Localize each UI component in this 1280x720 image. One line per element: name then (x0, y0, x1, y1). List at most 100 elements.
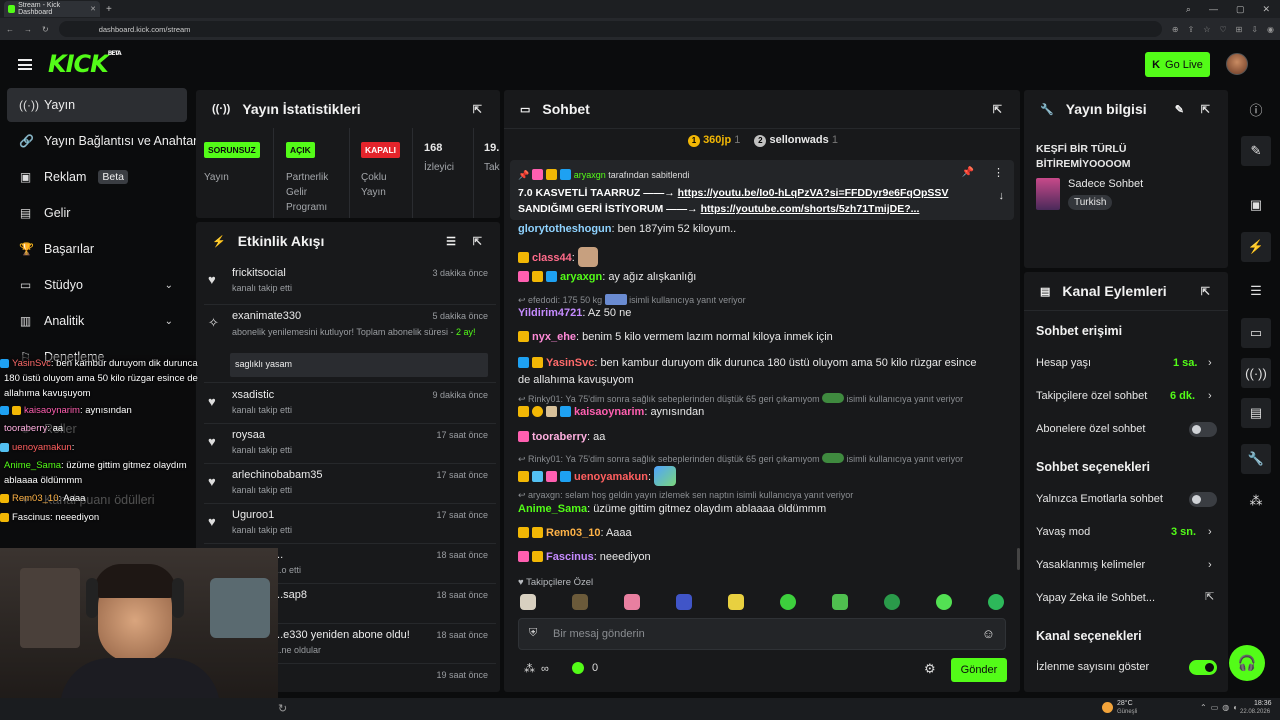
sidebar-item-stream-key[interactable]: 🔗 Yayın Bağlantısı ve Anahtar (7, 124, 197, 158)
send-button[interactable]: Gönder (951, 658, 1007, 682)
chevron-right-icon[interactable]: › (1208, 390, 1212, 402)
more-options-icon[interactable]: ⋮ (993, 166, 1004, 179)
share-icon[interactable]: ⇪ (1188, 25, 1195, 34)
chat-input[interactable]: ⛨ Bir mesaj gönderin ☺ (518, 618, 1006, 650)
channel-actions-icon[interactable]: ▤ (1241, 398, 1271, 428)
kicks-balance[interactable]: 0 (572, 662, 598, 674)
chat-username[interactable]: Fascinus (546, 551, 594, 563)
sidebar-item-basarilar[interactable]: 🏆 Başarılar (7, 232, 187, 266)
list-icon[interactable]: ☰ (1241, 276, 1271, 306)
activity-user[interactable]: frickitsocial (232, 267, 286, 279)
banned-words-label[interactable]: Yasaklanmış kelimeler (1036, 559, 1145, 571)
category-thumbnail[interactable] (1036, 178, 1060, 210)
pinned-link[interactable]: https://youtu.be/Io0-hLqPzVA?si=FFDDyr9e… (678, 187, 949, 199)
sidebar-item-analitik[interactable]: ▥ Analitik ⌄ (7, 304, 187, 338)
emote-icon[interactable] (624, 594, 640, 610)
activity-user[interactable]: ...sap8 (274, 589, 307, 601)
emote-icon[interactable] (728, 594, 744, 610)
ai-moderation-label[interactable]: Yapay Zeka ile Sohbet... (1036, 592, 1155, 604)
chat-username[interactable]: kaisaoynarim (574, 406, 644, 418)
chat-settings-gear-icon[interactable]: ⚙ (924, 661, 936, 677)
activity-user[interactable]: xsadistic (232, 389, 274, 401)
popout-icon[interactable]: ⇱ (1201, 285, 1210, 298)
unpin-icon[interactable]: 📌 (962, 167, 974, 178)
expand-arrow-icon[interactable]: ↓ (999, 190, 1005, 202)
show-viewers-toggle[interactable] (1189, 660, 1217, 675)
broadcast-icon[interactable]: ((·)) (1241, 358, 1271, 388)
tray-icons[interactable]: ⌃▭◍◐ (1200, 703, 1242, 712)
new-tab-icon[interactable]: + (106, 4, 112, 15)
forward-icon[interactable]: → (24, 25, 32, 34)
refresh-icon[interactable]: ↻ (278, 702, 287, 715)
category-name[interactable]: Sadece Sohbet (1068, 178, 1143, 190)
pinned-link[interactable]: https://youtube.com/shorts/5zh71TmijDE?.… (701, 203, 920, 215)
info-icon[interactable]: ⓘ (1241, 94, 1271, 124)
lightning-icon[interactable]: ⚡ (1241, 232, 1271, 262)
chat-username[interactable]: glorytotheshogun (518, 223, 612, 235)
bookmark-icon[interactable]: ☆ (1203, 25, 1210, 34)
emote-icon[interactable] (832, 594, 848, 610)
subscribers-only-toggle[interactable] (1189, 422, 1217, 437)
chevron-right-icon[interactable]: › (1208, 559, 1212, 571)
url-field[interactable]: dashboard.kick.com/stream (58, 21, 1162, 37)
chat-username[interactable]: tooraberry (532, 431, 587, 443)
search-tabs-icon[interactable]: ⌕ (1186, 4, 1191, 15)
emoji-picker-icon[interactable]: ☺ (982, 626, 995, 641)
zoom-icon[interactable]: ⊕ (1172, 25, 1179, 34)
maximize-icon[interactable]: ▢ (1236, 4, 1245, 15)
emote-icon[interactable] (676, 594, 692, 610)
activity-user[interactable]: arlechinobabam35 (232, 469, 323, 481)
user-avatar[interactable] (1226, 53, 1248, 75)
browser-tab[interactable]: Stream - Kick Dashboard ✕ (4, 1, 100, 17)
heart-icon[interactable]: ♡ (1219, 25, 1226, 34)
chat-username[interactable]: Yildirim4721 (518, 307, 582, 319)
emote-icon[interactable] (520, 594, 536, 610)
chat-icon[interactable]: ▭ (1241, 318, 1271, 348)
chat-username[interactable]: uenoyamakun (574, 471, 648, 483)
filter-icon[interactable]: ☰ (446, 235, 456, 248)
close-window-icon[interactable]: ✕ (1262, 4, 1270, 15)
emote-icon[interactable] (988, 594, 1004, 610)
download-icon[interactable]: ⇩ (1251, 25, 1258, 34)
sidebar-item-yayin[interactable]: ((·)) Yayın (7, 88, 187, 122)
activity-user[interactable]: exanimate330 (232, 310, 301, 322)
chat-username[interactable]: YasinSvc (546, 357, 594, 369)
chat-username[interactable]: Rem03_10 (546, 527, 600, 539)
activity-user[interactable]: roysaa (232, 429, 265, 441)
popout-icon[interactable]: ⇱ (473, 103, 482, 116)
edit-pencil-icon[interactable]: ✎ (1241, 136, 1271, 166)
emote-tab[interactable]: ♥ Takipçilere Özel (518, 577, 593, 588)
chevron-right-icon[interactable]: › (1208, 357, 1212, 369)
chat-username[interactable]: Anime_Sama (518, 503, 587, 515)
channel-points[interactable]: ⁂ ∞ (524, 662, 549, 676)
chevron-right-icon[interactable]: › (1208, 526, 1212, 538)
kick-logo[interactable]: KICKBETA (48, 50, 122, 78)
close-tab-icon[interactable]: ✕ (90, 5, 96, 13)
media-icon[interactable]: ▣ (1241, 190, 1271, 220)
sidebar-item-gelir[interactable]: ▤ Gelir (7, 196, 187, 230)
emote-icon[interactable] (780, 594, 796, 610)
extension-icon[interactable]: ⊞ (1236, 25, 1243, 34)
emote-icon[interactable] (936, 594, 952, 610)
points-icon[interactable]: ⁂ (1241, 486, 1271, 516)
emote-icon[interactable] (884, 594, 900, 610)
wrench-icon[interactable]: 🔧 (1241, 444, 1271, 474)
popout-icon[interactable]: ⇱ (993, 103, 1002, 116)
edit-pencil-icon[interactable]: ✎ (1175, 103, 1184, 116)
minimize-icon[interactable]: — (1209, 4, 1218, 15)
activity-user[interactable]: Uguroo1 (232, 509, 274, 521)
pinned-by-user[interactable]: aryaxgn (574, 170, 606, 180)
sidebar-item-studyo[interactable]: ▭ Stüdyo ⌄ (7, 268, 187, 302)
back-icon[interactable]: ← (6, 25, 14, 34)
chat-scrollbar[interactable] (1017, 548, 1020, 570)
hamburger-menu-icon[interactable] (18, 58, 32, 70)
chat-username[interactable]: aryaxgn (560, 271, 602, 283)
activity-user[interactable]: ...e330 yeniden abone oldu! (274, 629, 410, 641)
emote-icon[interactable] (572, 594, 588, 610)
emote-only-toggle[interactable] (1189, 492, 1217, 507)
popout-icon[interactable]: ⇱ (1201, 103, 1210, 116)
go-live-button[interactable]: K Go Live (1145, 52, 1210, 77)
external-link-icon[interactable]: ⇱ (1205, 590, 1214, 603)
gifter-2[interactable]: 2 sellonwads 1 (754, 134, 838, 147)
reload-icon[interactable]: ↻ (42, 25, 49, 34)
